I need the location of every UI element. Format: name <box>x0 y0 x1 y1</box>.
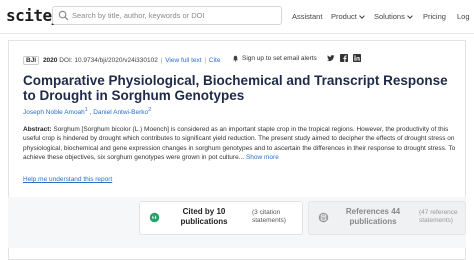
references-icon <box>318 212 329 223</box>
author-list: Joseph Noble Amoah1 , Daniel Antwi-Berko… <box>23 107 152 117</box>
references-count: References 44 publications <box>333 207 413 227</box>
search-icon <box>58 10 69 21</box>
nav-assistant-label: Assistant <box>292 12 323 21</box>
reference-statements-line2: statements) <box>419 217 453 224</box>
show-more-link[interactable]: Show more <box>246 154 279 161</box>
cite-link[interactable]: Cite <box>209 57 221 64</box>
chevron-down-icon <box>359 12 365 19</box>
nav-product-label: Product <box>331 12 357 21</box>
nav-solutions-label: Solutions <box>374 12 405 21</box>
quote-bubble-icon <box>149 212 160 223</box>
author-affiliation: 2 <box>148 107 152 113</box>
journal-badge: BJI <box>23 56 40 65</box>
help-understand-report-link[interactable]: Help me understand this report <box>23 176 112 183</box>
top-navigation-bar: scite_ Assistant Product Solutions Prici… <box>0 0 474 34</box>
references-tab[interactable]: References 44 publications (47 reference… <box>308 201 466 235</box>
reference-statements-line1: (47 reference <box>419 209 458 216</box>
abstract: Abstract: Sorghum [Sorghum bicolor (L.) … <box>23 125 463 163</box>
nav-assistant[interactable]: Assistant <box>292 12 322 21</box>
divider: | <box>204 57 207 64</box>
abstract-text: Sorghum [Sorghum bicolor (L.) Moench] is… <box>23 126 456 162</box>
bell-icon <box>233 55 238 62</box>
doi: DOI: 10.9734/bji/2020/v24i330102 <box>59 57 158 64</box>
citation-statements: (3 citation statements) <box>252 209 286 225</box>
citation-stats-bar: Cited by 10 publications (3 citation sta… <box>8 197 466 248</box>
view-full-text-link[interactable]: View full text <box>165 57 201 64</box>
author-link[interactable]: Joseph Noble Amoah1 <box>23 107 88 117</box>
references-line1: References 44 <box>345 207 401 216</box>
references-line2: publications <box>349 217 397 226</box>
author-name: Daniel Antwi-Berko <box>93 109 149 117</box>
nav-log-in-label: Log <box>457 12 470 21</box>
paper-meta: BJI 2020 DOI: 10.9734/bji/2020/v24i33010… <box>23 56 220 65</box>
facebook-icon[interactable] <box>340 54 348 62</box>
author-link[interactable]: Daniel Antwi-Berko2 <box>93 107 152 117</box>
cited-by-count: Cited by 10 publications <box>166 207 242 227</box>
cited-by-tab[interactable]: Cited by 10 publications (3 citation sta… <box>139 201 303 235</box>
paper-title: Comparative Physiological, Biochemical a… <box>23 73 448 103</box>
nav-solutions[interactable]: Solutions <box>374 12 413 21</box>
reference-statements: (47 reference statements) <box>419 209 458 225</box>
author-name: Joseph Noble Amoah <box>23 109 85 117</box>
cited-by-line2: publications <box>180 217 228 226</box>
nav-log-in[interactable]: Log <box>457 12 470 21</box>
divider: | <box>160 57 163 64</box>
search-input[interactable] <box>72 8 272 23</box>
twitter-icon[interactable] <box>327 54 335 62</box>
nav-product[interactable]: Product <box>331 12 365 21</box>
abstract-label: Abstract: <box>23 126 52 133</box>
linkedin-icon[interactable] <box>353 54 361 62</box>
nav-pricing[interactable]: Pricing <box>423 12 446 21</box>
nav-pricing-label: Pricing <box>423 12 446 21</box>
publication-year: 2020 <box>42 57 58 64</box>
search-box[interactable] <box>52 6 282 25</box>
cited-by-line1: Cited by 10 <box>182 207 226 216</box>
chevron-down-icon <box>407 12 413 19</box>
citation-statements-line2: statements) <box>252 217 286 224</box>
email-alert-label: Sign up to set email alerts <box>242 55 317 62</box>
email-alert-button[interactable]: Sign up to set email alerts <box>232 55 317 62</box>
citation-statements-line1: (3 citation <box>252 209 281 216</box>
